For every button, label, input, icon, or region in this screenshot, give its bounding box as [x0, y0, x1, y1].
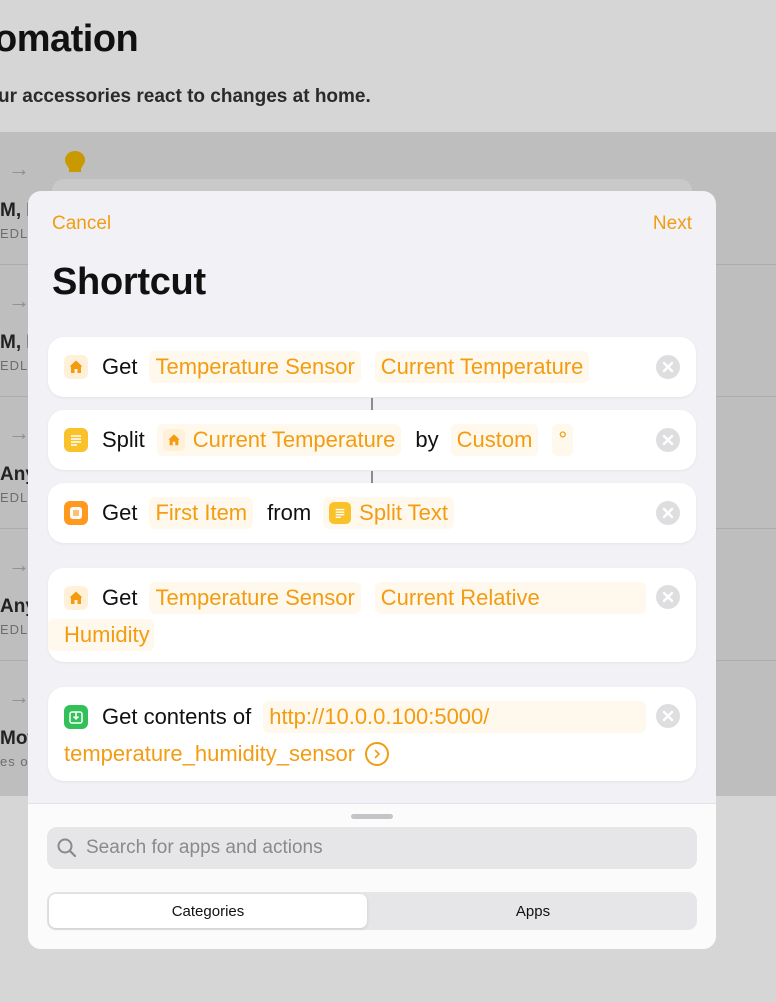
segmented-control: Categories Apps: [47, 892, 697, 930]
close-icon: [662, 434, 674, 446]
item-token[interactable]: First Item: [149, 497, 254, 529]
arrow-right-icon: →: [8, 552, 30, 577]
arrow-right-icon: →: [8, 684, 30, 709]
from-label: from: [267, 500, 312, 525]
characteristic-token-continued[interactable]: Humidity: [48, 619, 154, 651]
automation-desc: EDL: [0, 622, 29, 637]
panel-grabber[interactable]: [351, 814, 393, 819]
action-verb: Get: [102, 354, 138, 379]
action-get-item[interactable]: Get First Item from Split Text: [48, 483, 696, 543]
characteristic-token[interactable]: Current Relative: [374, 582, 646, 614]
text-icon: [64, 428, 88, 452]
shortcut-sheet: Cancel Next Shortcut Get Temperature Sen…: [28, 191, 716, 949]
background-subtitle: ur accessories react to changes at home.: [0, 86, 371, 107]
tab-apps[interactable]: Apps: [371, 894, 695, 928]
close-icon: [662, 361, 674, 373]
input-token[interactable]: Current Temperature: [156, 424, 402, 456]
action-verb: Get contents of: [102, 704, 252, 729]
sheet-title: Shortcut: [52, 261, 206, 303]
close-icon: [662, 710, 674, 722]
source-token[interactable]: Split Text: [323, 497, 454, 529]
action-split-text[interactable]: Split Current Temperature by Custom °: [48, 410, 696, 470]
remove-action-button[interactable]: [656, 428, 680, 452]
url-token[interactable]: http://10.0.0.100:5000/: [263, 701, 646, 733]
by-label: by: [415, 427, 439, 452]
characteristic-token[interactable]: Current Temperature: [374, 351, 590, 383]
accessory-token[interactable]: Temperature Sensor: [149, 351, 361, 383]
search-icon: [57, 838, 77, 858]
action-get-humidity[interactable]: Get Temperature Sensor Current Relative …: [48, 568, 696, 662]
flow-connector: [371, 398, 373, 410]
arrow-right-icon: →: [8, 420, 30, 445]
accessory-token[interactable]: Temperature Sensor: [149, 582, 361, 614]
home-icon: [64, 586, 88, 610]
automation-desc: EDL: [0, 490, 29, 505]
separator-token[interactable]: Custom: [450, 424, 539, 456]
tab-categories[interactable]: Categories: [49, 894, 367, 928]
background-header: omation ur accessories react to changes …: [0, 0, 776, 132]
next-button[interactable]: Next: [653, 213, 692, 235]
action-verb: Get: [102, 585, 138, 610]
action-get-temperature[interactable]: Get Temperature Sensor Current Temperatu…: [48, 337, 696, 397]
background-title: omation: [0, 18, 139, 60]
search-placeholder: Search for apps and actions: [86, 837, 323, 858]
action-get-contents-of-url[interactable]: Get contents of http://10.0.0.100:5000/ …: [48, 687, 696, 781]
remove-action-button[interactable]: [656, 704, 680, 728]
home-icon: [162, 429, 185, 451]
automation-desc: EDL: [0, 226, 29, 241]
search-field[interactable]: Search for apps and actions: [47, 827, 697, 869]
home-icon: [64, 355, 88, 379]
action-verb: Split: [102, 427, 145, 452]
actions-panel: Search for apps and actions Categories A…: [28, 803, 716, 949]
remove-action-button[interactable]: [656, 585, 680, 609]
action-verb: Get: [102, 500, 138, 525]
source-token-label: Split Text: [359, 500, 448, 525]
flow-connector: [371, 471, 373, 483]
close-icon: [662, 507, 674, 519]
list-icon: [64, 501, 88, 525]
lightbulb-icon: [65, 151, 85, 172]
input-token-label: Current Temperature: [192, 427, 396, 452]
text-icon: [329, 502, 352, 524]
remove-action-button[interactable]: [656, 501, 680, 525]
arrow-right-icon: →: [8, 288, 30, 313]
arrow-right-icon: →: [8, 156, 30, 181]
url-token-continued[interactable]: temperature_humidity_sensor: [64, 741, 355, 767]
remove-action-button[interactable]: [656, 355, 680, 379]
expand-chevron-icon[interactable]: [365, 742, 390, 766]
automation-desc: es o: [0, 754, 29, 769]
cancel-button[interactable]: Cancel: [52, 213, 111, 235]
download-icon: [64, 705, 88, 729]
automation-desc: EDL: [0, 358, 29, 373]
close-icon: [662, 591, 674, 603]
custom-separator-token[interactable]: °: [552, 424, 574, 456]
